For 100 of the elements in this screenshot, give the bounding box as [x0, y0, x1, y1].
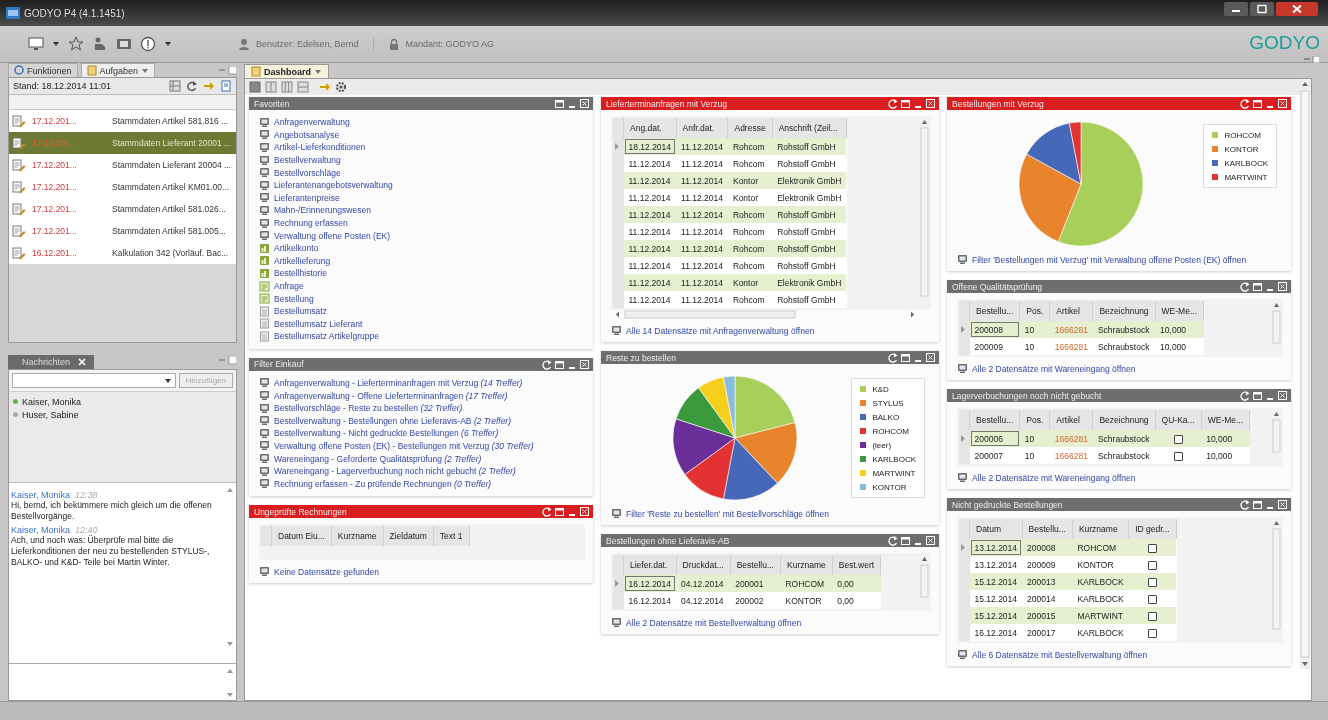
task-row[interactable]: 17.12.201... Stammdaten Lieferant 20004 ...: [9, 154, 236, 176]
function-link[interactable]: Artikelkonto: [274, 243, 319, 254]
function-link[interactable]: Bestellverwaltung - Nicht gedruckte Bestellungen (6 Treffer): [274, 428, 499, 439]
column-header[interactable]: Liefer.dat.: [623, 555, 677, 575]
column-header[interactable]: Text 1: [433, 526, 470, 547]
checkbox[interactable]: [1147, 543, 1157, 553]
hand-icon[interactable]: [92, 36, 108, 52]
pin-icon[interactable]: [219, 65, 237, 75]
close-icon[interactable]: [579, 506, 590, 518]
footer-link[interactable]: Alle 6 Datensätze mit Bestellverwaltung öffnen: [972, 649, 1148, 660]
column-header[interactable]: Datum: [969, 519, 1023, 539]
close-icon[interactable]: [1277, 281, 1288, 292]
layout-icon[interactable]: [249, 81, 261, 93]
task-row[interactable]: 17.12.201... Stammdaten Artikel 581.005...: [9, 220, 236, 242]
column-header[interactable]: WE-Me...: [1201, 410, 1250, 430]
close-icon[interactable]: [1277, 390, 1288, 401]
message-field[interactable]: [9, 664, 236, 700]
column-header[interactable]: Adresse: [727, 118, 773, 138]
window-icon[interactable]: [1252, 281, 1263, 292]
column-header[interactable]: Bezeichnung: [1092, 410, 1156, 430]
task-row[interactable]: 17.12.201... Stammdaten Artikel KM01.00...: [9, 176, 236, 198]
help-icon[interactable]: [140, 36, 156, 52]
close-icon[interactable]: [1277, 499, 1288, 510]
function-link[interactable]: Artikel-Lieferkonditionen: [274, 142, 366, 153]
footer-link[interactable]: Filter 'Reste zu bestellen' mit Bestellvorschläge öffnen: [626, 508, 829, 519]
window-icon[interactable]: [554, 98, 565, 109]
restore-icon[interactable]: [1304, 56, 1320, 64]
window-icon[interactable]: [1252, 98, 1263, 109]
task-row[interactable]: 17.12.201... Stammdaten Artikel 581.816 ...: [9, 110, 236, 132]
window-icon[interactable]: [554, 358, 565, 370]
star-icon[interactable]: [68, 36, 84, 52]
caret-icon[interactable]: [52, 40, 60, 48]
checkbox[interactable]: [1147, 628, 1157, 638]
task-row[interactable]: 17.12.201... Stammdaten Artikel 581.026...: [9, 198, 236, 220]
maximize-button[interactable]: [1250, 2, 1274, 16]
column-header[interactable]: Zieldatum: [383, 526, 434, 547]
function-link[interactable]: Angebotsanalyse: [274, 129, 340, 140]
close-icon[interactable]: [579, 98, 590, 109]
checkbox[interactable]: [1147, 594, 1157, 604]
pin-icon[interactable]: [219, 356, 237, 366]
window-icon[interactable]: [900, 535, 911, 546]
checkbox[interactable]: [1147, 577, 1157, 587]
close-icon[interactable]: [579, 358, 590, 370]
column-header[interactable]: Anschrift (Zeil...: [772, 118, 847, 138]
close-icon[interactable]: [925, 535, 936, 546]
user-name[interactable]: Kaiser, Monika: [22, 396, 82, 407]
function-link[interactable]: Anfrage: [274, 281, 304, 291]
caret-icon[interactable]: [164, 40, 172, 48]
function-link[interactable]: Bestellvorschläge: [274, 167, 341, 178]
minimize-button[interactable]: [1224, 2, 1248, 16]
window-icon[interactable]: [900, 352, 911, 363]
function-link[interactable]: Bestellumsatz: [274, 306, 327, 317]
footer-link[interactable]: Alle 2 Datensätze mit Wareneingang öffnen: [972, 363, 1136, 374]
column-header[interactable]: Kurzname: [331, 526, 384, 547]
function-link[interactable]: Verwaltung offene Posten (EK) - Bestellungen mit Verzug (30 Treffer): [274, 440, 534, 451]
column-header[interactable]: QU-Ka...: [1155, 410, 1202, 430]
function-link[interactable]: Bestellverwaltung - Bestellungen ohne Lieferavis-AB (2 Treffer): [274, 415, 512, 426]
checkbox[interactable]: [1173, 434, 1183, 444]
function-link[interactable]: Bestellverwaltung: [274, 155, 341, 166]
column-header[interactable]: Bezeichnung: [1092, 301, 1156, 321]
function-link[interactable]: Bestellhistorie: [274, 268, 327, 279]
window-icon[interactable]: [900, 98, 911, 109]
column-header[interactable]: ID gedr...: [1128, 519, 1177, 539]
close-icon[interactable]: [925, 98, 936, 109]
document-icon[interactable]: [220, 80, 232, 92]
column-header[interactable]: Kurzname: [780, 555, 833, 575]
user-name[interactable]: Huser, Sabine: [22, 409, 79, 420]
card-icon[interactable]: [116, 36, 132, 52]
close-button[interactable]: [1276, 2, 1318, 16]
column-header[interactable]: Bestellu...: [1022, 519, 1073, 539]
function-link[interactable]: Rechnung erfassen - Zu prüfende Rechnungen (0 Treffer): [274, 478, 492, 489]
window-icon[interactable]: [1252, 499, 1263, 510]
column-header[interactable]: Bestellu...: [969, 410, 1020, 430]
column-header[interactable]: Druckdat...: [676, 555, 731, 575]
window-icon[interactable]: [554, 506, 565, 518]
column-header[interactable]: Artikel: [1049, 301, 1093, 321]
function-link[interactable]: Wareneingang - Geforderte Qualitätsprüfung (2 Treffer): [274, 453, 482, 464]
column-header[interactable]: WE-Me...: [1155, 301, 1204, 321]
function-link[interactable]: Lieferantenpreise: [274, 192, 340, 203]
function-link[interactable]: Rechnung erfassen: [274, 218, 348, 229]
column-header[interactable]: Bestellu...: [730, 555, 781, 575]
footer-link[interactable]: Alle 14 Datensätze mit Anfragenverwaltung öffnen: [626, 325, 815, 336]
column-header[interactable]: Pos.: [1019, 301, 1050, 321]
function-link[interactable]: Artikellieferung: [274, 255, 331, 266]
function-link[interactable]: Bestellung: [274, 293, 314, 304]
side-tab[interactable]: Funktionen: [8, 63, 78, 77]
function-link[interactable]: Anfragenverwaltung - Lieferterminanfragen mit Verzug (14 Treffer): [274, 378, 523, 388]
column-header[interactable]: Kurzname: [1072, 519, 1129, 539]
refresh-icon[interactable]: [541, 358, 552, 370]
function-link[interactable]: Bestellumsatz Lieferant: [274, 318, 363, 329]
task-row[interactable]: 16.12.201... Kalkulation 342 (Vorläuf. Bac...: [9, 242, 236, 264]
column-header[interactable]: Best.wert: [832, 555, 881, 575]
messages-tab[interactable]: Nachrichten: [8, 355, 95, 369]
refresh-icon[interactable]: [186, 80, 198, 92]
function-link[interactable]: Wareneingang - Lagerverbuchung noch nicht gebucht (2 Treffer): [274, 466, 516, 477]
function-link[interactable]: Lieferantenangebotsverwaltung: [274, 180, 393, 191]
function-link[interactable]: Anfragenverwaltung: [274, 117, 350, 128]
column-header[interactable]: Bestellu...: [969, 301, 1020, 321]
close-icon[interactable]: [78, 358, 87, 366]
checkbox[interactable]: [1147, 560, 1157, 570]
